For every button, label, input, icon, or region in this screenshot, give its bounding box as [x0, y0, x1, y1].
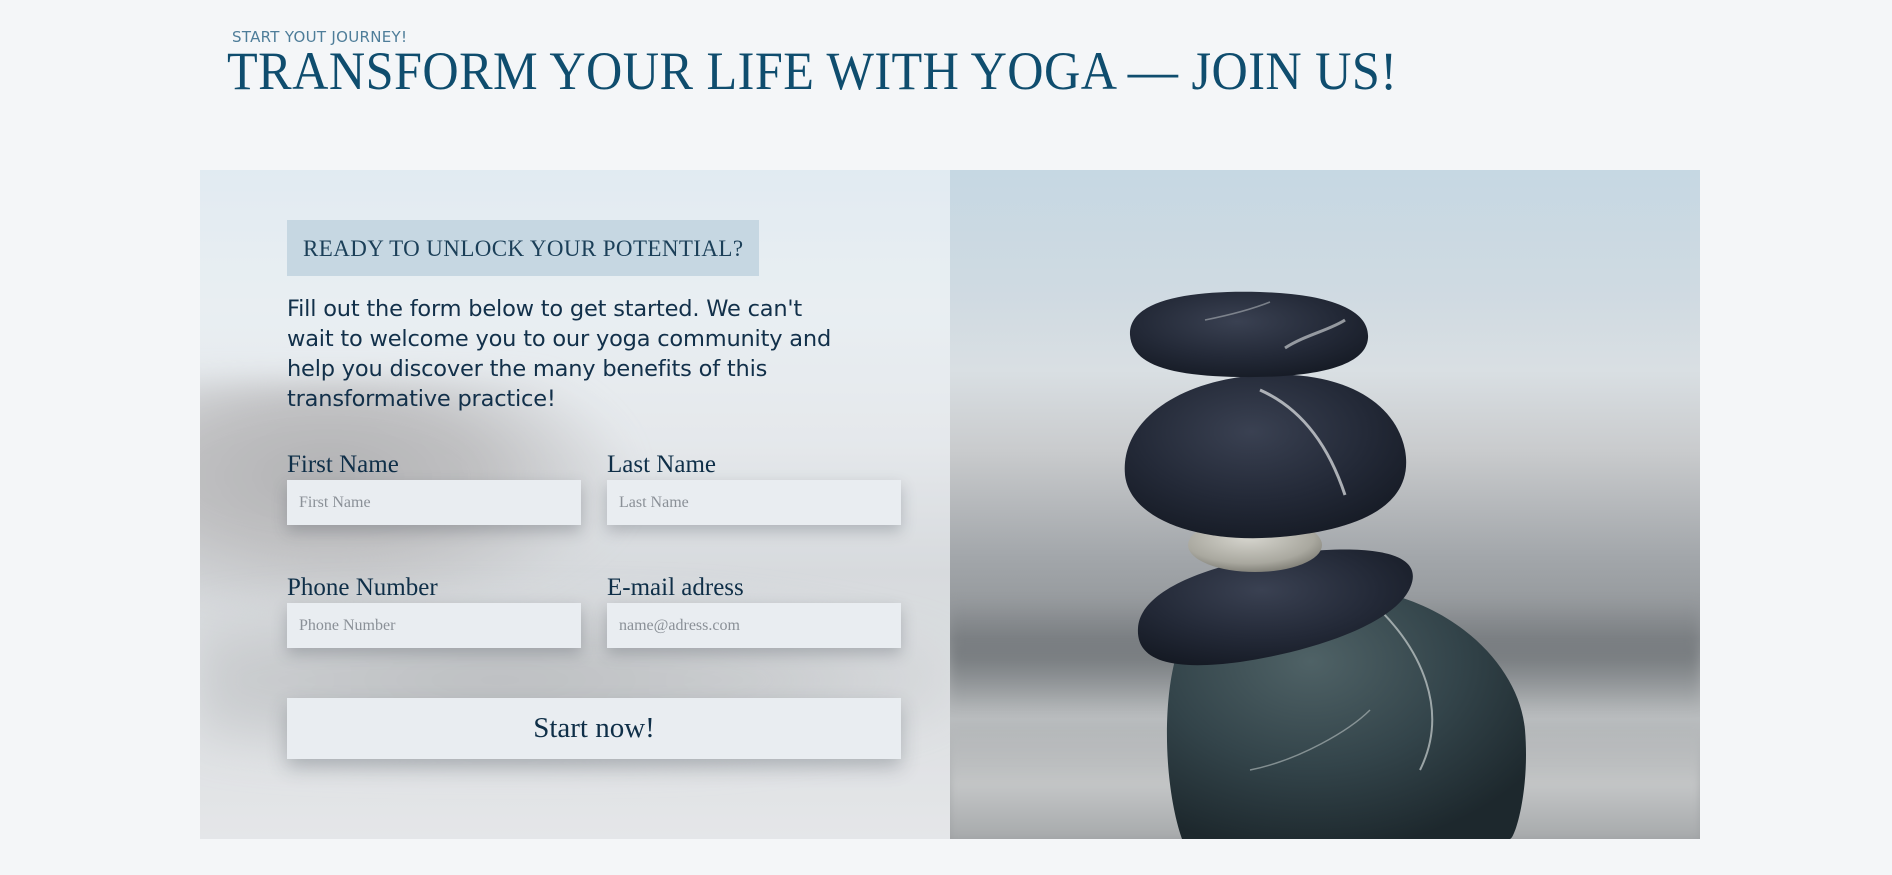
- email-label: E-mail adress: [607, 574, 744, 601]
- page-title: TRANSFORM YOUR LIFE WITH YOGA — JOIN US!: [227, 41, 1398, 101]
- first-name-label: First Name: [287, 451, 399, 478]
- name-row: First Name Last Name: [287, 450, 901, 525]
- last-name-group: Last Name: [607, 450, 901, 525]
- first-name-group: First Name: [287, 450, 581, 525]
- email-input[interactable]: [607, 603, 901, 648]
- start-now-button[interactable]: Start now!: [287, 698, 901, 759]
- phone-label: Phone Number: [287, 574, 438, 601]
- stone-stack-photo: [950, 170, 1700, 839]
- last-name-input[interactable]: [607, 480, 901, 525]
- stacked-stones-illustration: [1124, 291, 1527, 839]
- email-group: E-mail adress: [607, 573, 901, 648]
- form-panel: READY TO UNLOCK YOUR POTENTIAL? Fill out…: [200, 170, 950, 839]
- first-name-input[interactable]: [287, 480, 581, 525]
- signup-form: READY TO UNLOCK YOUR POTENTIAL? Fill out…: [287, 220, 901, 759]
- phone-group: Phone Number: [287, 573, 581, 648]
- phone-input[interactable]: [287, 603, 581, 648]
- signup-card: READY TO UNLOCK YOUR POTENTIAL? Fill out…: [200, 170, 1700, 839]
- tagline-badge: READY TO UNLOCK YOUR POTENTIAL?: [287, 220, 760, 276]
- intro-text: Fill out the form below to get started. …: [287, 296, 832, 412]
- contact-row: Phone Number E-mail adress: [287, 573, 901, 648]
- last-name-label: Last Name: [607, 451, 716, 478]
